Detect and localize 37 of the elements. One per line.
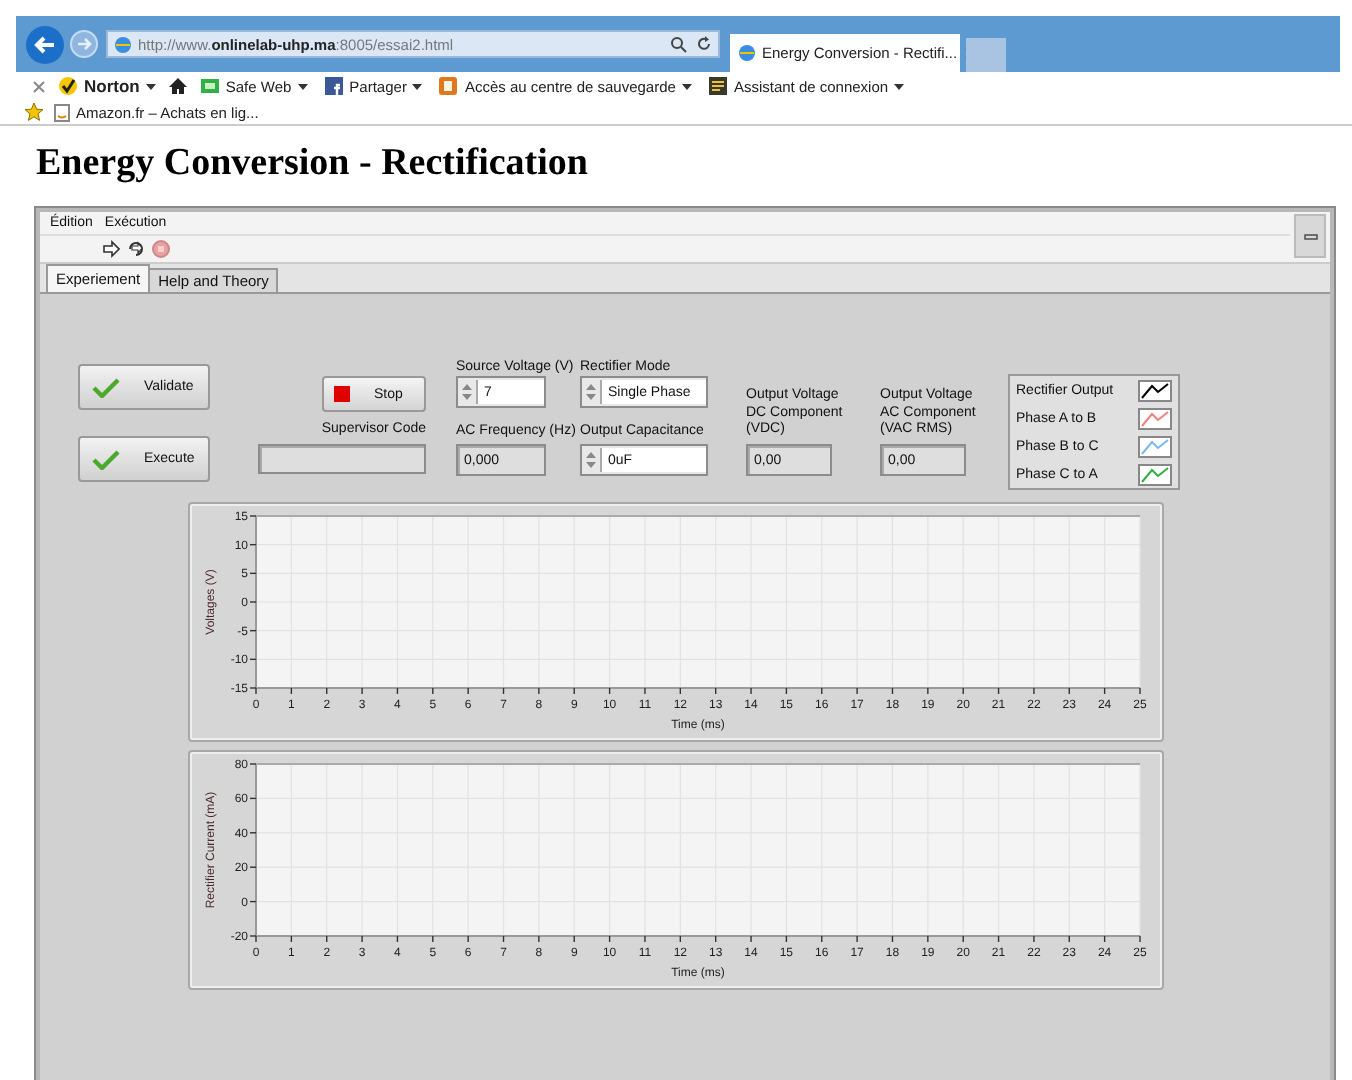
screen-icon (199, 76, 220, 96)
list-icon (707, 76, 728, 96)
caret-icon (297, 82, 308, 90)
spinner-icon (586, 450, 596, 470)
refresh-icon[interactable] (696, 36, 712, 52)
line-swatch-icon[interactable] (1138, 408, 1172, 430)
checkmark-icon (58, 76, 78, 96)
toolbar-button[interactable]: Norton (54, 76, 160, 96)
page-heading: Energy Conversion - Rectification (36, 142, 590, 186)
forward-icon[interactable] (70, 30, 98, 58)
globe-icon (114, 35, 132, 53)
panel-toggle-button[interactable] (1294, 214, 1326, 258)
caret-icon (894, 82, 905, 90)
star-icon[interactable] (24, 102, 44, 122)
caret-icon (145, 82, 156, 90)
line-swatch-icon[interactable] (1138, 436, 1172, 458)
checkmark-icon (92, 449, 120, 469)
caret-icon (412, 82, 423, 90)
line-swatch-icon[interactable] (1138, 380, 1172, 402)
arrow-icon[interactable] (102, 240, 120, 258)
line-swatch-icon[interactable] (1138, 464, 1172, 486)
search-icon[interactable] (670, 35, 690, 53)
grip-icon (1303, 233, 1317, 239)
book-icon (438, 76, 459, 96)
close-icon[interactable] (32, 79, 46, 93)
stop-square-icon (334, 386, 350, 402)
spinner-icon (462, 382, 472, 402)
stop-icon[interactable] (152, 240, 170, 258)
back-icon[interactable] (26, 25, 64, 63)
spinner-icon (586, 382, 596, 402)
home-icon[interactable] (167, 76, 188, 96)
caret-icon (681, 82, 692, 90)
loop-arrow-icon[interactable] (126, 240, 146, 258)
bookmark-icon (54, 103, 70, 121)
globe-icon (738, 44, 756, 62)
checkmark-icon (92, 377, 120, 397)
supervisor-code-field[interactable] (258, 444, 426, 474)
